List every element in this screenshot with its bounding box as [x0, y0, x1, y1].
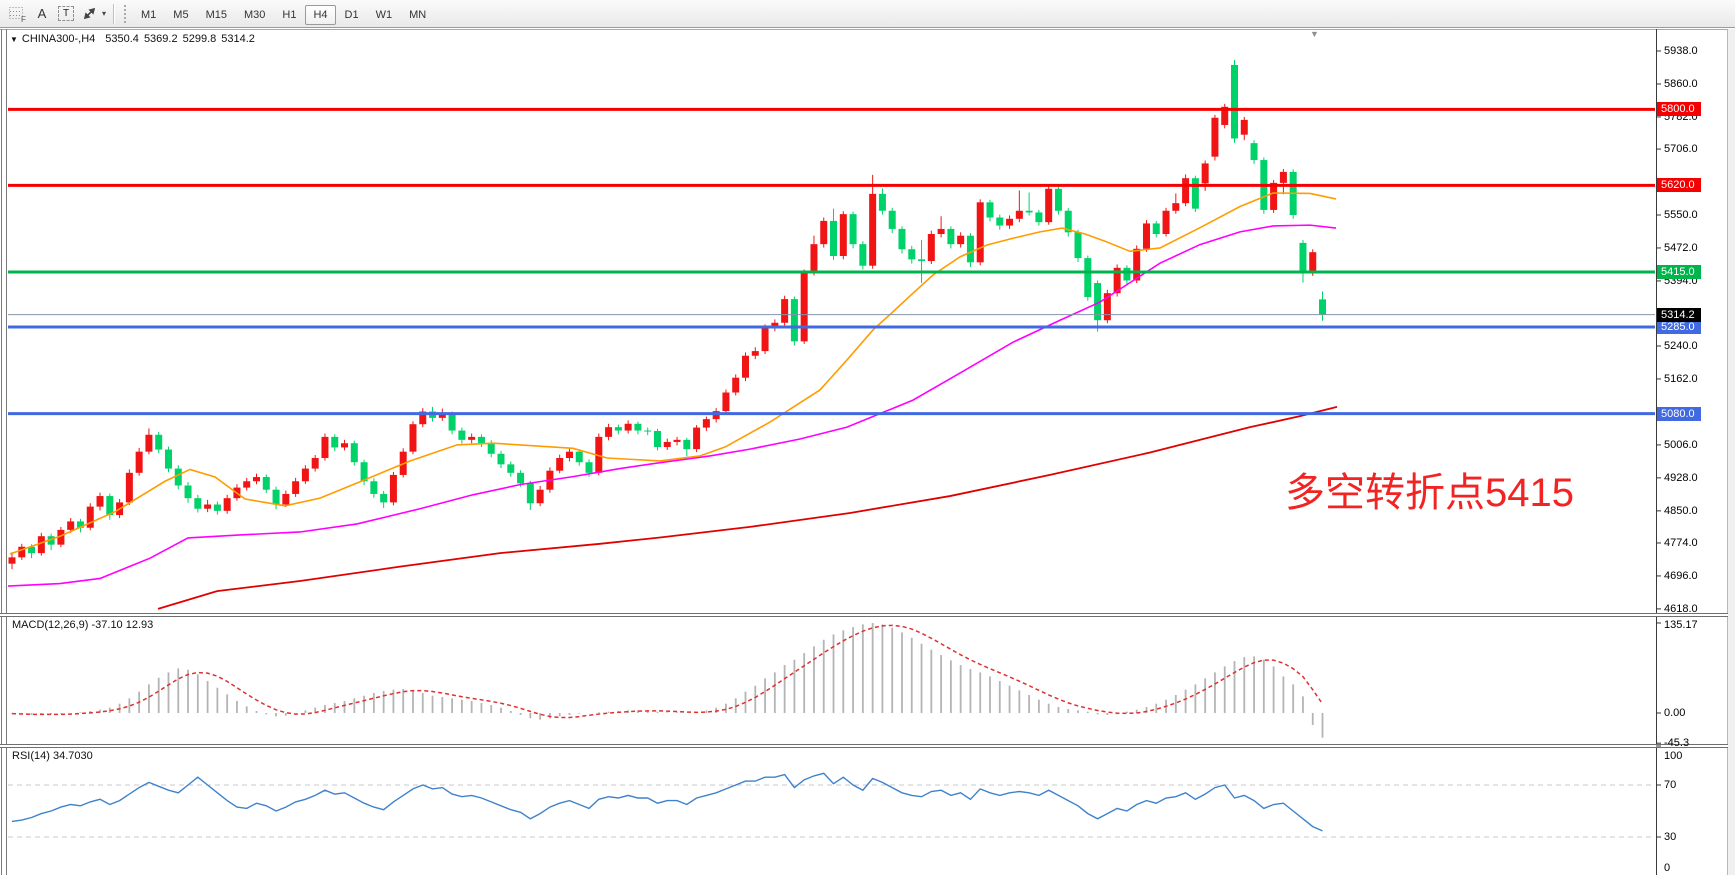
diagonal-arrows-icon — [81, 6, 99, 22]
timeframe-button-H1[interactable]: H1 — [274, 5, 304, 25]
timeframe-button-M30[interactable]: M30 — [236, 5, 273, 25]
macd-axis-tick: 135.17 — [1664, 619, 1698, 632]
timeframe-button-MN[interactable]: MN — [401, 5, 434, 25]
timeframe-button-H4[interactable]: H4 — [305, 5, 335, 25]
timeframe-button-M5[interactable]: M5 — [165, 5, 196, 25]
level-price-label-5285.0[interactable]: 5285.0 — [1657, 320, 1701, 334]
price-axis-tick: 5006.0 — [1664, 439, 1698, 452]
mt4-window: F A T ▾ M1M5M15M30H1H4D1W1MN — [0, 0, 1735, 875]
price-axis-tick: 5472.0 — [1664, 242, 1698, 255]
symbol-label: CHINA300-,H4 — [22, 33, 95, 45]
rsi-axis-tick: 100 — [1664, 750, 1682, 763]
price-axis-tick: 4696.0 — [1664, 570, 1698, 583]
toolbar: F A T ▾ M1M5M15M30H1H4D1W1MN — [0, 0, 1735, 28]
price-axis-tick: 5938.0 — [1664, 45, 1698, 58]
macd-axis-tick: 0.00 — [1664, 707, 1685, 720]
price-axis-tick: 5240.0 — [1664, 340, 1698, 353]
text-tool-button[interactable]: T — [55, 4, 77, 24]
label-tool-button[interactable]: A — [31, 4, 53, 24]
macd-axis-tick: -45.3 — [1664, 737, 1689, 750]
timeframe-button-M1[interactable]: M1 — [133, 5, 164, 25]
rsi-axis-tick: 70 — [1664, 779, 1676, 792]
chart-window: ▼ CHINA300-,H4 5350.4 5369.2 5299.8 5314.2 MA… — [0, 29, 1735, 875]
price-axis-tick: 5706.0 — [1664, 143, 1698, 156]
level-price-label-5415.0[interactable]: 5415.0 — [1657, 265, 1701, 279]
price-axis-tick: 4850.0 — [1664, 505, 1698, 518]
timeframe-button-D1[interactable]: D1 — [337, 5, 367, 25]
open-value: 5350.4 — [105, 33, 139, 45]
chart-title: ▼ CHINA300-,H4 5350.4 5369.2 5299.8 5314.2 — [10, 33, 260, 45]
price-axis-tick: 5162.0 — [1664, 373, 1698, 386]
toolbar-separator — [113, 4, 115, 24]
symbol-dropdown-caret-icon[interactable]: ▼ — [10, 35, 18, 44]
rsi-line — [12, 773, 1323, 831]
rsi-panel — [8, 773, 1655, 837]
timeframe-button-M15[interactable]: M15 — [198, 5, 235, 25]
rsi-label: RSI(14) 34.7030 — [12, 750, 93, 762]
template-f-icon[interactable]: F — [7, 4, 29, 24]
chart-canvas[interactable] — [0, 29, 1735, 875]
rsi-axis-tick: 0 — [1664, 862, 1670, 875]
price-axis-tick: 4928.0 — [1664, 472, 1698, 485]
rsi-axis-tick: 30 — [1664, 831, 1676, 844]
price-axis-tick: 5860.0 — [1664, 78, 1698, 91]
svg-text:F: F — [21, 15, 26, 23]
text-tool-icon: T — [58, 6, 74, 21]
price-axis-tick: 5550.0 — [1664, 209, 1698, 222]
level-price-label-5800.0[interactable]: 5800.0 — [1657, 102, 1701, 116]
low-value: 5299.8 — [183, 33, 217, 45]
macd-label: MACD(12,26,9) -37.10 12.93 — [12, 619, 153, 631]
macd-panel — [12, 623, 1323, 738]
close-value: 5314.2 — [221, 33, 255, 45]
price-axis-tick: 4774.0 — [1664, 537, 1698, 550]
cursor-tool-button[interactable] — [79, 4, 101, 24]
timeframe-button-W1[interactable]: W1 — [368, 5, 401, 25]
price-axis-tick: 4618.0 — [1664, 603, 1698, 616]
chart-annotation-text[interactable]: 多空转折点5415 — [1285, 473, 1574, 513]
level-price-label-5080.0[interactable]: 5080.0 — [1657, 407, 1701, 421]
current-price-label: 5314.2 — [1657, 308, 1701, 322]
high-value: 5369.2 — [144, 33, 178, 45]
tool-dropdown-caret-icon[interactable]: ▾ — [102, 9, 106, 18]
macd-signal-line — [12, 625, 1323, 717]
main-price-panel — [8, 60, 1655, 609]
level-price-label-5620.0[interactable]: 5620.0 — [1657, 178, 1701, 192]
timeframe-group: M1M5M15M30H1H4D1W1MN — [133, 5, 435, 23]
dotted-grid-icon: F — [8, 5, 28, 23]
chart-shift-marker-icon[interactable]: ▼ — [1310, 29, 1319, 39]
toolbar-drag-handle[interactable] — [124, 5, 129, 23]
